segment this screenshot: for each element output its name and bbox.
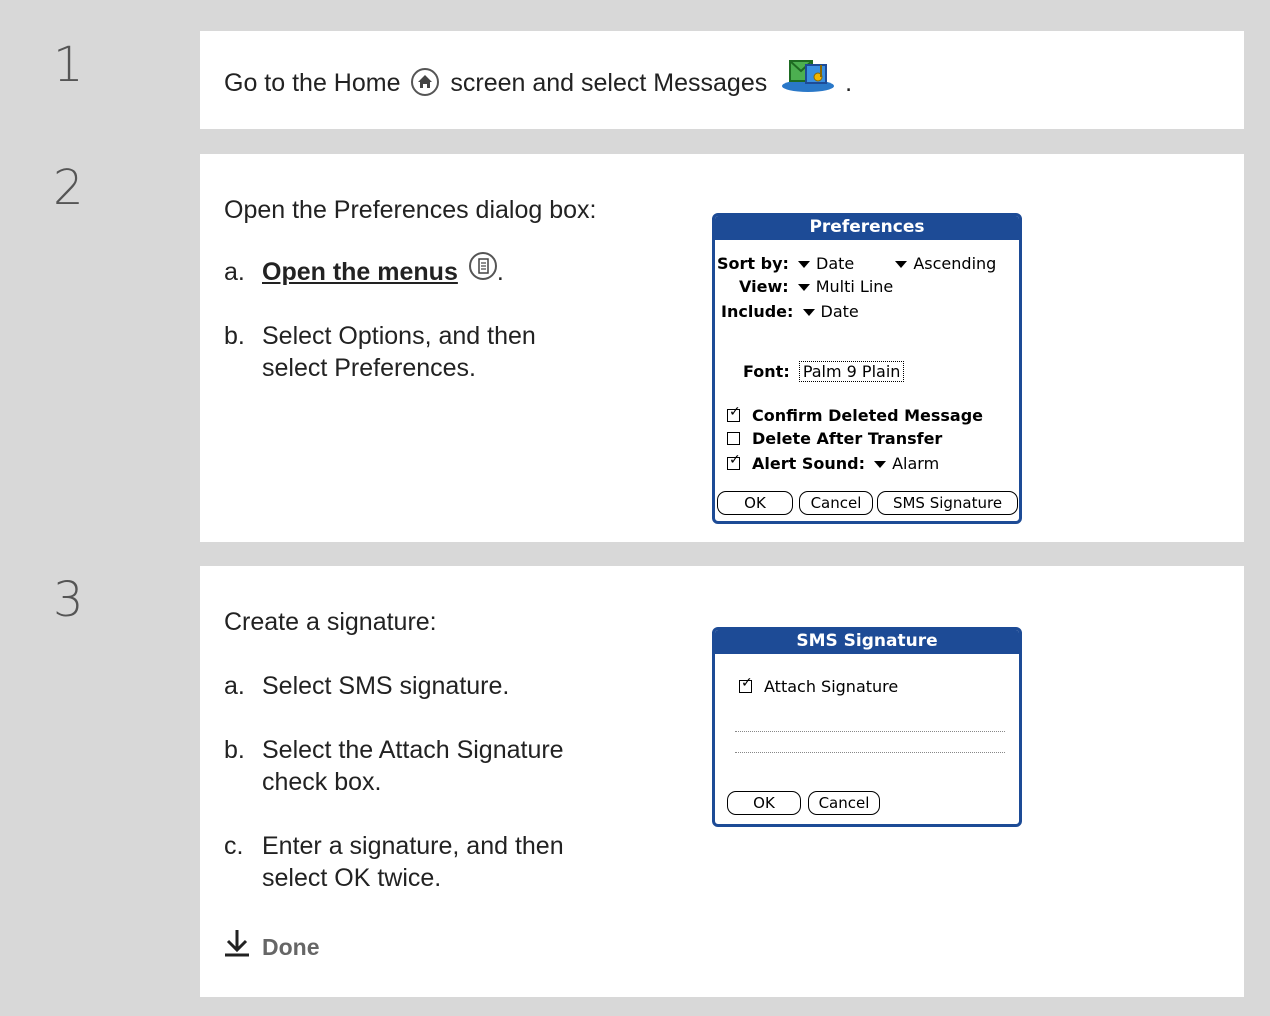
substep-b: b. Select Options, and then	[224, 322, 536, 351]
font-label: Font:	[743, 362, 790, 381]
step-number: 1	[53, 37, 84, 93]
alert-checkbox[interactable]	[727, 452, 741, 470]
substep-text: Enter a signature, and then	[262, 832, 564, 860]
preferences-dialog: Preferences Sort by: Date Ascending View…	[712, 213, 1022, 524]
dropdown-arrow-icon	[797, 284, 810, 291]
delete-label: Delete After Transfer	[752, 429, 943, 448]
done-arrow-icon	[224, 928, 250, 965]
substep-c: c. Enter a signature, and then	[224, 832, 564, 861]
sort-value: Date	[816, 254, 855, 273]
dropdown-arrow-icon	[874, 461, 887, 468]
open-menus-link[interactable]: Open the menus	[262, 258, 458, 286]
step-2: 2 Open the Preferences dialog box: a. Ope…	[37, 154, 1244, 542]
order-dropdown[interactable]: Ascending	[895, 254, 996, 273]
sms-signature-button[interactable]: SMS Signature	[877, 491, 1018, 515]
include-row: Include: Date	[721, 302, 859, 321]
signature-line[interactable]	[735, 752, 1005, 753]
font-selector[interactable]: Palm 9 Plain	[798, 361, 905, 382]
view-value: Multi Line	[815, 277, 894, 296]
step-body: Open the Preferences dialog box: a. Open …	[200, 154, 1244, 542]
substep-b-cont: select Preferences.	[262, 354, 476, 382]
sms-signature-dialog: SMS Signature Attach Signature OK Cancel	[712, 627, 1022, 827]
step-number-column: 3	[37, 566, 198, 997]
sort-dropdown[interactable]: Date	[798, 254, 854, 273]
ok-button[interactable]: OK	[727, 791, 801, 815]
substep-label: c.	[224, 832, 244, 860]
cancel-button[interactable]: Cancel	[808, 791, 880, 815]
step-number: 3	[53, 572, 84, 628]
delete-checkbox[interactable]	[727, 432, 740, 445]
substep-label: a.	[224, 672, 245, 700]
instruction-text: .	[845, 69, 853, 98]
messages-icon	[780, 55, 836, 100]
home-icon	[411, 67, 440, 96]
substep-b-cont: check box.	[262, 768, 382, 796]
substep-a: a. Select SMS signature.	[224, 672, 509, 701]
dialog-title: SMS Signature	[715, 630, 1019, 654]
attach-label: Attach Signature	[764, 677, 899, 696]
view-row: View: Multi Line	[739, 277, 893, 296]
include-label: Include:	[721, 302, 794, 321]
step-number-column: 2	[37, 154, 198, 542]
dropdown-arrow-icon	[798, 261, 810, 268]
alert-dropdown[interactable]: Alarm	[874, 454, 939, 473]
step-intro: Open the Preferences dialog box:	[224, 196, 597, 224]
done-marker: Done	[224, 930, 320, 965]
substep-label: b.	[224, 736, 245, 764]
confirm-row[interactable]: Confirm Deleted Message	[727, 404, 984, 425]
substep-text: Select Options, and then	[262, 322, 536, 350]
dropdown-arrow-icon	[895, 261, 908, 268]
step-intro: Create a signature:	[224, 608, 437, 636]
font-row: Font: Palm 9 Plain	[743, 361, 905, 382]
cancel-button[interactable]: Cancel	[799, 491, 873, 515]
dialog-title: Preferences	[715, 216, 1019, 240]
include-dropdown[interactable]: Date	[802, 302, 859, 321]
menu-icon	[468, 252, 497, 281]
substep-text: Select SMS signature.	[262, 672, 510, 700]
dropdown-arrow-icon	[802, 309, 815, 316]
substep-c-cont: select OK twice.	[262, 864, 442, 892]
instruction-text: Go to the Home	[224, 69, 401, 98]
done-label: Done	[262, 934, 320, 961]
confirm-checkbox[interactable]	[727, 404, 741, 422]
ok-button[interactable]: OK	[717, 491, 793, 515]
step-3: 3 Create a signature: a. Select SMS signa…	[37, 566, 1244, 997]
substep-text: Select the Attach Signature	[262, 736, 564, 764]
step-body: Go to the Home screen and select Message…	[200, 31, 1244, 129]
substep-a: a. Open the menus .	[224, 252, 504, 287]
substep-b: b. Select the Attach Signature	[224, 736, 564, 765]
sort-label: Sort by:	[717, 254, 789, 273]
alert-label: Alert Sound:	[752, 454, 865, 473]
signature-line[interactable]	[735, 731, 1005, 732]
view-label: View:	[739, 277, 789, 296]
substep-label: a.	[224, 258, 245, 286]
view-dropdown[interactable]: Multi Line	[797, 277, 894, 296]
confirm-label: Confirm Deleted Message	[752, 406, 984, 425]
sort-row: Sort by: Date Ascending	[717, 254, 996, 273]
step-body: Create a signature: a. Select SMS signatu…	[200, 566, 1244, 997]
step-number: 2	[53, 160, 84, 216]
attach-checkbox[interactable]	[739, 675, 753, 693]
alert-value: Alarm	[892, 454, 940, 473]
order-value: Ascending	[913, 254, 997, 273]
alert-row: Alert Sound: Alarm	[727, 452, 939, 473]
step-number-column: 1	[37, 31, 198, 129]
delete-row[interactable]: Delete After Transfer	[727, 429, 942, 448]
instruction-text: screen and select Messages	[450, 69, 768, 98]
attach-row[interactable]: Attach Signature	[739, 675, 899, 696]
punctuation: .	[496, 258, 504, 286]
step-1: 1 Go to the Home screen and select Messa…	[37, 31, 1244, 129]
step-1-instruction: Go to the Home screen and select Message…	[224, 60, 853, 100]
substep-label: b.	[224, 322, 245, 350]
include-value: Date	[820, 302, 859, 321]
